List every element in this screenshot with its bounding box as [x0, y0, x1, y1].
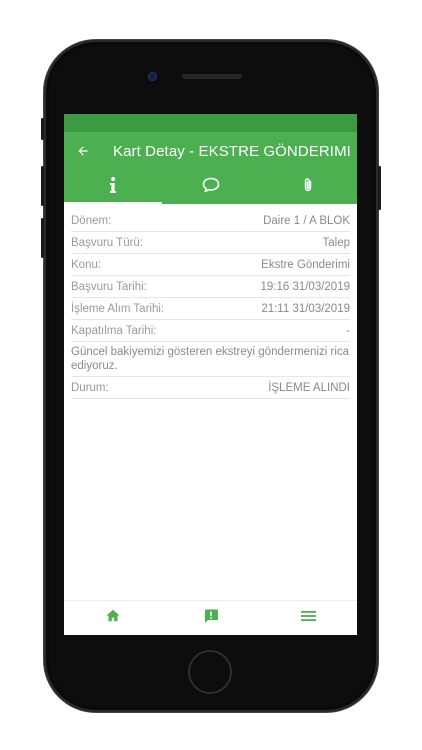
donem-label: Dönem: — [71, 214, 112, 227]
nav-home[interactable] — [64, 601, 162, 635]
back-arrow-icon[interactable] — [76, 142, 94, 160]
tab-attachments[interactable] — [259, 170, 357, 204]
mute-switch — [41, 118, 44, 140]
detail-row-donem: Dönem: Daire 1 / A BLOK — [71, 210, 350, 232]
info-icon — [109, 176, 117, 198]
request-description: Güncel bakiyemizi gösteren ekstreyi gönd… — [71, 342, 350, 377]
konu-label: Konu: — [71, 258, 102, 271]
nav-feedback[interactable] — [162, 601, 260, 635]
isleme-alim-tarihi-value: 21:11 31/03/2019 — [261, 302, 350, 315]
isleme-alim-tarihi-label: İşleme Alım Tarihi: — [71, 302, 165, 315]
paperclip-icon — [302, 177, 314, 198]
menu-icon — [300, 609, 316, 627]
front-camera — [148, 72, 157, 81]
detail-row-durum: Durum: İŞLEME ALINDI — [71, 377, 350, 399]
status-bar — [64, 114, 357, 132]
home-icon — [106, 609, 120, 627]
feedback-icon — [203, 608, 219, 629]
app-bar: Kart Detay - EKSTRE GÖNDERIMI — [64, 132, 357, 170]
detail-row-isleme-alim-tarihi: İşleme Alım Tarihi: 21:11 31/03/2019 — [71, 298, 350, 320]
volume-down-button — [41, 218, 44, 258]
earpiece-speaker — [182, 74, 242, 79]
durum-value: İŞLEME ALINDI — [268, 381, 350, 394]
bottom-nav — [64, 600, 357, 635]
tab-comments[interactable] — [162, 170, 260, 204]
durum-label: Durum: — [71, 381, 109, 394]
basvuru-turu-value: Talep — [322, 236, 351, 249]
detail-row-basvuru-tarihi: Başvuru Tarihi: 19:16 31/03/2019 — [71, 276, 350, 298]
volume-up-button — [41, 166, 44, 206]
detail-row-konu: Konu: Ekstre Gönderimi — [71, 254, 350, 276]
detail-row-basvuru-turu: Başvuru Türü: Talep — [71, 232, 350, 254]
comment-icon — [202, 177, 220, 198]
donem-value: Daire 1 / A BLOK — [263, 214, 350, 227]
power-button — [378, 166, 381, 210]
page-title: Kart Detay - EKSTRE GÖNDERIMI — [113, 142, 351, 160]
app-screen: Kart Detay - EKSTRE GÖNDERIMI Dönem: Dai… — [64, 114, 357, 635]
tab-info[interactable] — [64, 170, 162, 204]
home-button[interactable] — [188, 650, 232, 694]
konu-value: Ekstre Gönderimi — [261, 258, 350, 271]
kapatilma-tarihi-value: - — [346, 324, 350, 337]
basvuru-turu-label: Başvuru Türü: — [71, 236, 144, 249]
tab-bar — [64, 170, 357, 204]
detail-row-kapatilma-tarihi: Kapatılma Tarihi: - — [71, 320, 350, 342]
nav-menu[interactable] — [259, 601, 357, 635]
basvuru-tarihi-label: Başvuru Tarihi: — [71, 280, 147, 293]
basvuru-tarihi-value: 19:16 31/03/2019 — [260, 280, 350, 293]
details-list: Dönem: Daire 1 / A BLOK Başvuru Türü: Ta… — [64, 204, 357, 399]
kapatilma-tarihi-label: Kapatılma Tarihi: — [71, 324, 157, 337]
